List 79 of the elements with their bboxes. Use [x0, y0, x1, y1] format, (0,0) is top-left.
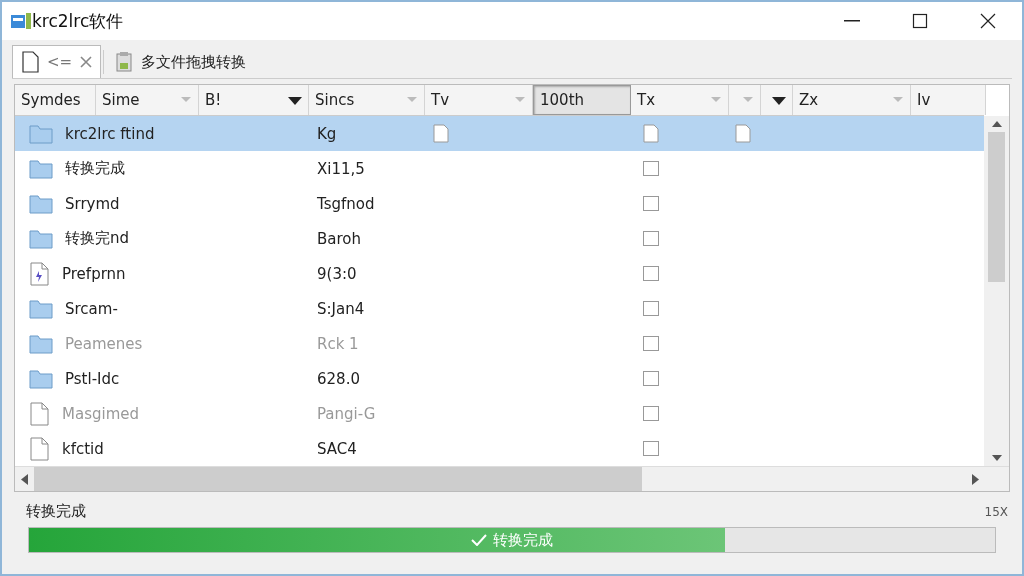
file-name: Srrymd [65, 194, 120, 213]
progress-text: 转换完成 [493, 530, 553, 550]
dropdown-arrow-icon [406, 95, 418, 105]
table-cell-text: Tsgfnod [316, 194, 376, 213]
checkbox[interactable] [643, 406, 659, 421]
dropdown-arrow-icon [710, 95, 722, 105]
document-icon [21, 51, 39, 73]
table-row[interactable]: kfctid SAC4 [15, 431, 984, 466]
dropdown-arrow-icon [514, 95, 526, 105]
dropdown-arrow-icon [288, 95, 302, 105]
up-arrow-icon [990, 120, 1003, 128]
clipboard-icon [115, 51, 134, 73]
table-cell-text: Xi11,5 [316, 159, 366, 178]
status-label: 转换完成 [26, 502, 86, 521]
window-title: krc2lrc软件 [32, 9, 125, 33]
file-name: kfctid [62, 439, 104, 458]
zoom-label: 15X [984, 504, 1008, 519]
folder-icon [29, 332, 53, 355]
file-icon [433, 124, 449, 143]
app-icon [10, 11, 32, 31]
column-header[interactable]: 100th [533, 85, 631, 115]
dropdown-arrow-icon [742, 95, 754, 105]
table-row[interactable]: Pstl-Idc 628.0 [15, 361, 984, 396]
file-icon [643, 124, 659, 143]
file-name: Prefprnn [62, 264, 126, 283]
audio-file-icon [29, 261, 50, 286]
file-name: Srcam- [65, 299, 118, 318]
file-name: 转换完nd [65, 229, 130, 248]
right-arrow-icon [972, 473, 979, 485]
file-icon [735, 124, 751, 143]
table-row[interactable]: 转换完成 Xi11,5 [15, 151, 984, 186]
folder-icon [29, 227, 53, 250]
folder-icon [29, 297, 53, 320]
file-icon [29, 436, 50, 461]
table-row[interactable]: 转换完nd Baroh [15, 221, 984, 256]
scrollbar-thumb[interactable] [988, 132, 1005, 282]
checkbox[interactable] [643, 301, 659, 316]
tab[interactable]: 多文件拖拽转换 [106, 45, 256, 78]
checkbox[interactable] [643, 196, 659, 211]
table-cell-text: Pangi-G [316, 404, 377, 423]
checkbox[interactable] [643, 161, 659, 176]
checkbox[interactable] [643, 231, 659, 246]
checkbox[interactable] [643, 441, 659, 456]
table-cell-text: Kg [316, 124, 338, 143]
table-cell-text: 628.0 [316, 369, 361, 388]
table-row[interactable]: Prefprnn 9(3:0 [15, 256, 984, 291]
file-icon [29, 401, 50, 426]
close-icon[interactable] [80, 56, 93, 68]
table-row[interactable]: Srcam- S:Jan4 [15, 291, 984, 326]
checkbox[interactable] [643, 336, 659, 351]
folder-icon [29, 157, 53, 180]
file-name: Peamenes [65, 334, 143, 353]
table-cell-text: Rck 1 [316, 334, 360, 353]
file-name: Pstl-Idc [65, 369, 120, 388]
table-cell-text: Baroh [316, 229, 362, 248]
table-row[interactable]: Srrymd Tsgfnod [15, 186, 984, 221]
checkmark-icon [471, 534, 487, 546]
dropdown-arrow-icon [892, 95, 904, 105]
scrollbar-thumb[interactable] [34, 467, 642, 491]
dropdown-arrow-icon [772, 95, 786, 105]
minimize-icon [844, 20, 860, 22]
tab[interactable]: <= [12, 45, 102, 78]
down-arrow-icon [990, 454, 1003, 462]
dropdown-arrow-icon [180, 95, 192, 105]
table-row[interactable]: krc2lrc ftind Kg [15, 116, 984, 151]
checkbox[interactable] [643, 266, 659, 281]
table-cell-text: S:Jan4 [316, 299, 366, 318]
folder-icon [29, 367, 53, 390]
folder-icon [29, 192, 53, 215]
folder-icon [29, 122, 53, 145]
checkbox[interactable] [643, 371, 659, 386]
table-cell-text: SAC4 [316, 439, 358, 458]
left-arrow-icon [21, 473, 28, 485]
file-name: Masgimed [62, 404, 139, 423]
file-name: krc2lrc ftind [65, 124, 155, 143]
close-icon [980, 13, 996, 29]
table-cell-text: 9(3:0 [316, 264, 358, 283]
maximize-icon [912, 13, 928, 29]
file-name: 转换完成 [65, 159, 125, 178]
